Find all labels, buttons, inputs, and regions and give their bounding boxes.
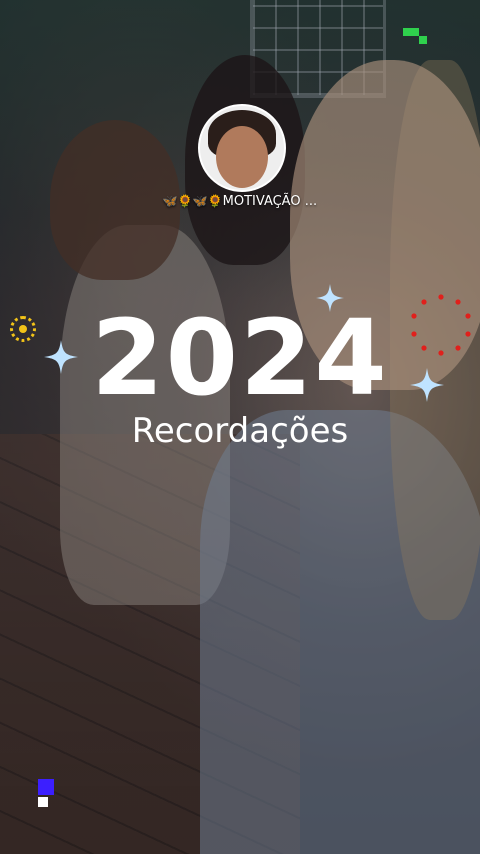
pixel-sticker-blue — [38, 779, 54, 795]
channel-emojis: 🦋🌻🦋🌻 — [162, 194, 223, 208]
avatar-face — [216, 126, 268, 188]
pixel-sticker-white — [38, 797, 48, 807]
channel-name-row[interactable]: 🦋🌻🦋🌻MOTIVAÇÃO ... — [0, 194, 480, 209]
channel-name: MOTIVAÇÃO ... — [222, 194, 318, 209]
avatar[interactable] — [198, 104, 286, 192]
story-canvas[interactable]: 🦋🌻🦋🌻MOTIVAÇÃO ... 2024 Recordações — [0, 0, 480, 854]
story-title-year: 2024 — [91, 297, 389, 419]
story-title-subtitle: Recordações — [131, 411, 349, 451]
